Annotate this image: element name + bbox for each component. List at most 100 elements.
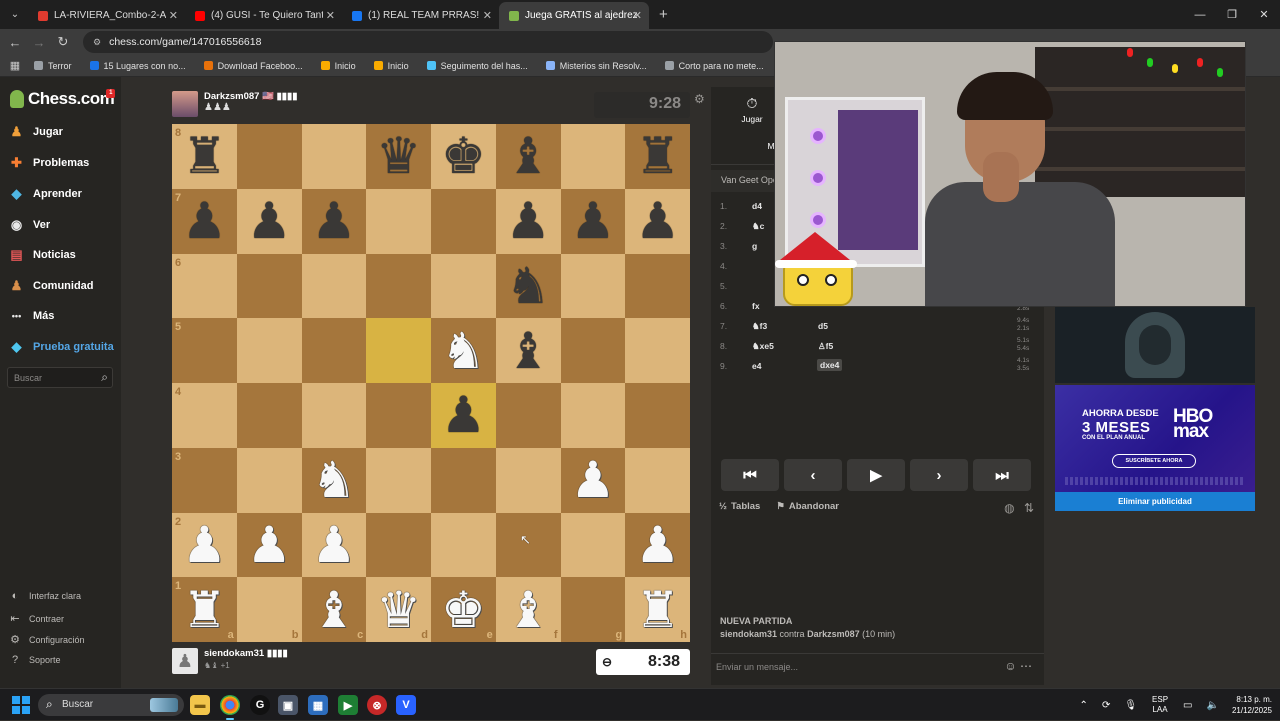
square-g4[interactable]: [560, 383, 626, 448]
white-knight-icon[interactable]: ♞: [311, 455, 356, 505]
square-b1[interactable]: b: [236, 577, 302, 642]
square-c4[interactable]: [301, 383, 367, 448]
square-d4[interactable]: [366, 383, 431, 448]
taskbar-clock[interactable]: 8:13 p. m. 21/12/2025: [1232, 694, 1272, 716]
back-icon[interactable]: ←: [3, 35, 27, 50]
square-f1[interactable]: f ♝: [495, 577, 561, 642]
square-h1[interactable]: h ♜: [625, 577, 690, 642]
square-e6[interactable]: [431, 253, 496, 319]
bookmark-item[interactable]: Inicio: [320, 61, 356, 71]
next-move-button[interactable]: ›: [910, 459, 968, 491]
square-c2[interactable]: ♟: [301, 512, 367, 578]
tab-search-icon[interactable]: ⌄: [2, 2, 28, 28]
tab-close-icon[interactable]: ✕: [633, 9, 642, 22]
file-explorer-icon[interactable]: ▬: [190, 695, 210, 715]
square-c7[interactable]: ♟: [301, 188, 367, 254]
bookmark-item[interactable]: Inicio: [373, 61, 409, 71]
square-f5[interactable]: ♝: [495, 318, 561, 383]
sidebar-item-noticias[interactable]: ▤ Noticias: [8, 246, 75, 263]
sidebar-search-input[interactable]: Buscar ⌕: [7, 367, 113, 388]
taskbar-search[interactable]: ⌕ Buscar: [38, 694, 184, 716]
white-rook-icon[interactable]: ♜: [182, 585, 227, 635]
flip-board-icon[interactable]: ⇅: [1024, 501, 1034, 515]
game-white-player[interactable]: siendokam31: [720, 629, 777, 639]
bookmark-item[interactable]: Seguimento del has...: [426, 61, 528, 71]
white-bishop-icon[interactable]: ♝: [311, 585, 356, 635]
white-pawn-icon[interactable]: ♟: [635, 520, 680, 570]
square-c8[interactable]: [301, 124, 367, 189]
square-a1[interactable]: 1 a ♜: [172, 577, 237, 642]
square-e3[interactable]: [431, 447, 496, 513]
sync-icon[interactable]: ⟳: [1102, 700, 1110, 711]
square-h5[interactable]: [625, 318, 690, 383]
white-king-icon[interactable]: ♚: [441, 585, 486, 635]
square-c3[interactable]: ♞: [301, 447, 367, 513]
square-e7[interactable]: [431, 188, 496, 254]
black-bishop-icon[interactable]: ♝: [506, 131, 551, 181]
square-a3[interactable]: 3: [172, 447, 237, 513]
analysis-icon[interactable]: ◍: [1004, 501, 1014, 515]
black-queen-icon[interactable]: ♛: [376, 131, 421, 181]
calculator-icon[interactable]: ▦: [308, 695, 328, 715]
square-g8[interactable]: [560, 124, 626, 189]
tab-close-icon[interactable]: ✕: [326, 9, 335, 22]
white-pawn-icon[interactable]: ♟: [247, 520, 292, 570]
white-queen-icon[interactable]: ♛: [376, 585, 421, 635]
top-player-name[interactable]: Darkzsm087 🇺🇸 ▮▮▮▮: [204, 91, 297, 102]
square-g2[interactable]: [560, 512, 626, 578]
square-c1[interactable]: c ♝: [301, 577, 367, 642]
sidebar-bottom-collapse[interactable]: ⇤ Contraer: [9, 612, 64, 625]
microphone-icon[interactable]: 🎙: [1124, 700, 1137, 711]
white-move[interactable]: ♞f3: [752, 321, 767, 332]
site-info-icon[interactable]: ⚙: [93, 37, 101, 48]
square-g7[interactable]: ♟: [560, 188, 626, 254]
white-rook-icon[interactable]: ♜: [635, 585, 680, 635]
square-b6[interactable]: [236, 253, 302, 319]
bookmark-item[interactable]: Download Faceboo...: [203, 61, 303, 71]
ad-subscribe-button[interactable]: SUSCRÍBETE AHORA: [1112, 454, 1196, 468]
sidebar-item-ver[interactable]: ◉ Ver: [8, 216, 50, 233]
language-indicator[interactable]: ESP LAA: [1152, 695, 1168, 715]
square-g3[interactable]: ♟: [560, 447, 626, 513]
white-pawn-icon[interactable]: ♟: [182, 520, 227, 570]
volume-icon[interactable]: 🔈: [1207, 700, 1219, 711]
tab-close-icon[interactable]: ✕: [483, 9, 492, 22]
chrome-icon[interactable]: [220, 695, 240, 720]
play-button[interactable]: ▶: [847, 459, 905, 491]
square-d6[interactable]: [366, 253, 431, 319]
white-move[interactable]: g: [752, 241, 757, 251]
white-move[interactable]: d4: [752, 201, 762, 211]
tab-close-icon[interactable]: ✕: [169, 9, 178, 22]
maximize-icon[interactable]: ❐: [1216, 0, 1248, 29]
black-pawn-icon[interactable]: ♟: [570, 196, 615, 246]
square-a7[interactable]: 7 ♟: [172, 188, 237, 254]
square-g1[interactable]: g: [560, 577, 626, 642]
square-a8[interactable]: 8 ♜: [172, 124, 237, 189]
square-h6[interactable]: [625, 253, 690, 319]
sidebar-item-problemas[interactable]: ✚ Problemas: [8, 154, 89, 171]
square-d5[interactable]: [366, 318, 431, 383]
square-h2[interactable]: ♟: [625, 512, 690, 578]
square-d7[interactable]: [366, 188, 431, 254]
hbo-ad[interactable]: AHORRA DESDE 3 MESES CON EL PLAN ANUAL H…: [1055, 385, 1255, 492]
square-f8[interactable]: ♝: [495, 124, 561, 189]
bottom-player-name[interactable]: siendokam31 ▮▮▮▮: [204, 648, 288, 659]
square-a6[interactable]: 6: [172, 253, 237, 319]
chat-input[interactable]: Enviar un mensaje... ☺ ⋯: [711, 653, 1044, 677]
browser-tab[interactable]: (1) REAL TEAM PRRAS! | Facebo✕: [342, 2, 499, 29]
sidebar-item-prueba-gratuita[interactable]: ◆ Prueba gratuita: [8, 338, 114, 355]
game-black-player[interactable]: Darkzsm087: [807, 629, 860, 639]
browser-tab[interactable]: Juega GRATIS al ajedrez online✕: [499, 2, 649, 29]
square-g6[interactable]: [560, 253, 626, 319]
bookmark-item[interactable]: Corto para no mete...: [664, 61, 764, 71]
white-pawn-icon[interactable]: ♟: [311, 520, 356, 570]
black-pawn-icon[interactable]: ♟: [441, 390, 486, 440]
bookmark-item[interactable]: Terror: [34, 61, 72, 71]
black-move[interactable]: dxe4: [817, 359, 843, 371]
black-rook-icon[interactable]: ♜: [182, 131, 227, 181]
square-b5[interactable]: [236, 318, 302, 383]
sidebar-bottom-help[interactable]: ? Soporte: [9, 654, 61, 666]
square-f3[interactable]: [495, 447, 561, 513]
square-a5[interactable]: 5: [172, 318, 237, 383]
white-knight-icon[interactable]: ♞: [441, 326, 486, 376]
